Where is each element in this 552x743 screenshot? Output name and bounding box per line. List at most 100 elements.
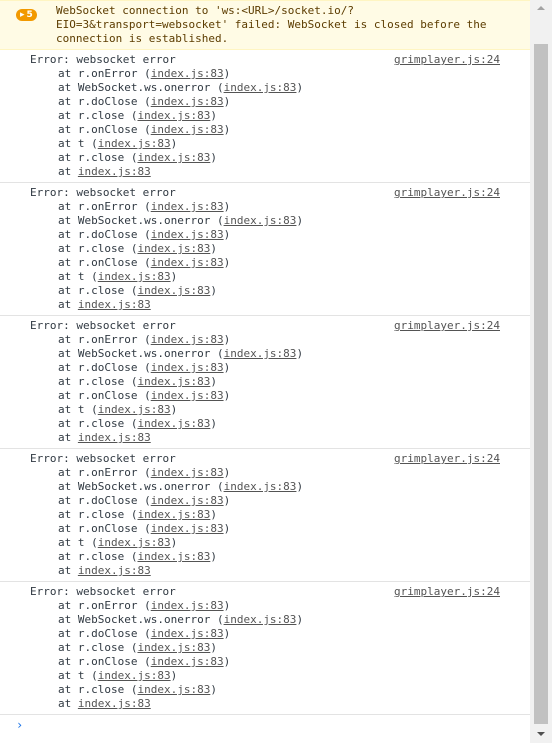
source-link[interactable]: grimplayer.js:24 (394, 186, 500, 200)
stack-frame-link[interactable]: index.js:83 (151, 256, 224, 269)
stack-frame-text: at r.doClose ( (58, 494, 151, 507)
stack-frame-text: at r.close ( (58, 550, 138, 563)
stack-frame-link[interactable]: index.js:83 (151, 494, 224, 507)
stack-frame-text: at r.close ( (58, 508, 138, 521)
stack-frame-link[interactable]: index.js:83 (78, 697, 151, 710)
scroll-down-button[interactable] (530, 726, 552, 743)
stack-frame-link[interactable]: index.js:83 (224, 214, 297, 227)
stack-frame-link[interactable]: index.js:83 (137, 109, 210, 122)
stack-frame: at r.close (index.js:83) (30, 550, 530, 564)
stack-frame-link[interactable]: index.js:83 (137, 417, 210, 430)
vertical-scrollbar[interactable] (530, 0, 552, 743)
stack-frame: at t (index.js:83) (30, 270, 530, 284)
stack-frame-link[interactable]: index.js:83 (151, 466, 224, 479)
stack-frame: at r.onClose (index.js:83) (30, 522, 530, 536)
stack-frame-link[interactable]: index.js:83 (98, 270, 171, 283)
stack-frame-link[interactable]: index.js:83 (224, 613, 297, 626)
arrow-down-icon (537, 732, 545, 736)
warning-text: WebSocket connection to 'ws:<URL>/socket… (56, 4, 487, 45)
stack-frame-suffix: ) (210, 417, 217, 430)
stack-frame-text: at r.close ( (58, 375, 138, 388)
error-entry: Error: websocket error grimplayer.js:24 at… (0, 449, 530, 582)
stack-frame: at r.onError (index.js:83) (30, 599, 530, 613)
stack-frame-link[interactable]: index.js:83 (137, 151, 210, 164)
stack-frame-link[interactable]: index.js:83 (151, 200, 224, 213)
stack-frame-link[interactable]: index.js:83 (98, 536, 171, 549)
stack-frame-link[interactable]: index.js:83 (151, 228, 224, 241)
stack-frame-link[interactable]: index.js:83 (224, 81, 297, 94)
stack-frame-suffix: ) (223, 494, 231, 507)
stack-frame-text: at WebSocket.ws.onerror ( (58, 613, 224, 626)
stack-frame-suffix: ) (223, 599, 231, 612)
stack-frame-link[interactable]: index.js:83 (137, 641, 210, 654)
stack-frame-text: at r.onError ( (58, 200, 151, 213)
stack-frame-link[interactable]: index.js:83 (98, 137, 171, 150)
stack-frame-link[interactable]: index.js:83 (224, 347, 297, 360)
stack-frame: at r.onClose (index.js:83) (30, 256, 530, 270)
stack-frame-suffix: ) (210, 683, 217, 696)
source-link[interactable]: grimplayer.js:24 (394, 53, 500, 67)
stack-frame-text: at r.close ( (58, 151, 138, 164)
stack-frame-link[interactable]: index.js:83 (151, 655, 224, 668)
stack-frame-text: at r.onClose ( (58, 522, 151, 535)
stack-frame-link[interactable]: index.js:83 (137, 550, 210, 563)
stack-frame-link[interactable]: index.js:83 (137, 683, 210, 696)
stack-frame-suffix: ) (210, 375, 217, 388)
scroll-thumb[interactable] (534, 44, 548, 724)
stack-frame-link[interactable]: index.js:83 (151, 522, 224, 535)
stack-frame-link[interactable]: index.js:83 (151, 389, 224, 402)
error-list: Error: websocket error grimplayer.js:24 at… (0, 50, 530, 715)
stack-frame-link[interactable]: index.js:83 (137, 242, 210, 255)
stack-frame-suffix: ) (223, 67, 231, 80)
stack-frame-suffix: ) (296, 347, 304, 360)
stack-frame-link[interactable]: index.js:83 (78, 564, 151, 577)
stack-frame: at index.js:83 (30, 431, 530, 445)
stack-frame-text: at r.close ( (58, 417, 138, 430)
stack-frame-text: at r.onError ( (58, 67, 151, 80)
stack-frame-text: at (58, 697, 78, 710)
console-prompt[interactable]: › (0, 715, 530, 735)
stack-frame-link[interactable]: index.js:83 (137, 508, 210, 521)
stack-frame-link[interactable]: index.js:83 (98, 669, 171, 682)
stack-frame-text: at (58, 564, 78, 577)
stack-frame-link[interactable]: index.js:83 (151, 599, 224, 612)
scroll-up-button[interactable] (530, 0, 552, 17)
stack-frame-link[interactable]: index.js:83 (137, 284, 210, 297)
stack-frame-suffix: ) (296, 214, 304, 227)
stack-frame-link[interactable]: index.js:83 (151, 627, 224, 640)
stack-frame-text: at t ( (58, 270, 98, 283)
stack-frame-text: at r.onClose ( (58, 655, 151, 668)
warning-count-badge[interactable]: ▸ 5 (16, 9, 37, 21)
stack-frame-text: at r.onClose ( (58, 256, 151, 269)
stack-frame-text: at r.doClose ( (58, 627, 151, 640)
stack-frame-link[interactable]: index.js:83 (151, 333, 224, 346)
stack-frame-suffix: ) (296, 480, 304, 493)
stack-frame: at t (index.js:83) (30, 137, 530, 151)
stack-frame: at t (index.js:83) (30, 669, 530, 683)
stack-frame-link[interactable]: index.js:83 (78, 431, 151, 444)
stack-frame-link[interactable]: index.js:83 (98, 403, 171, 416)
stack-frame: at r.onError (index.js:83) (30, 466, 530, 480)
stack-frame-link[interactable]: index.js:83 (78, 165, 151, 178)
stack-frame-text: at r.close ( (58, 683, 138, 696)
stack-frame-suffix: ) (223, 389, 231, 402)
error-entry: Error: websocket error grimplayer.js:24 at… (0, 50, 530, 183)
stack-frame: at r.close (index.js:83) (30, 417, 530, 431)
stack-frame-link[interactable]: index.js:83 (78, 298, 151, 311)
stack-frame-suffix: ) (223, 466, 231, 479)
stack-frame-suffix: ) (296, 81, 304, 94)
stack-frame: at r.onError (index.js:83) (30, 333, 530, 347)
stack-frame-link[interactable]: index.js:83 (151, 361, 224, 374)
stack-frame: at WebSocket.ws.onerror (index.js:83) (30, 81, 530, 95)
stack-frame-link[interactable]: index.js:83 (151, 95, 224, 108)
stack-frame: at r.close (index.js:83) (30, 683, 530, 697)
source-link[interactable]: grimplayer.js:24 (394, 452, 500, 466)
error-entry: Error: websocket error grimplayer.js:24 at… (0, 316, 530, 449)
stack-frame-link[interactable]: index.js:83 (224, 480, 297, 493)
source-link[interactable]: grimplayer.js:24 (394, 585, 500, 599)
stack-frame: at r.onError (index.js:83) (30, 67, 530, 81)
stack-frame-link[interactable]: index.js:83 (137, 375, 210, 388)
source-link[interactable]: grimplayer.js:24 (394, 319, 500, 333)
stack-frame-link[interactable]: index.js:83 (151, 123, 224, 136)
stack-frame-link[interactable]: index.js:83 (151, 67, 224, 80)
